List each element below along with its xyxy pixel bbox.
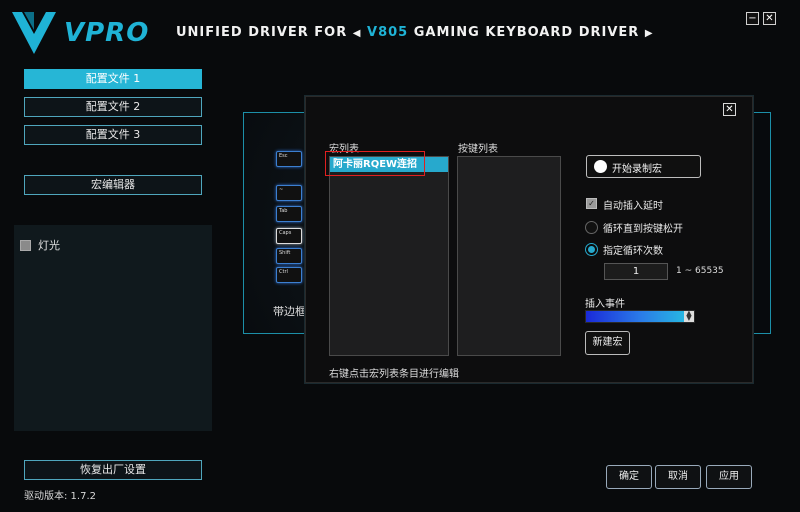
macro-list[interactable] <box>329 156 449 356</box>
profile-3-button[interactable]: 配置文件 3 <box>24 125 202 145</box>
profile-2-button[interactable]: 配置文件 2 <box>24 97 202 117</box>
next-model-arrow-icon[interactable]: ▶ <box>645 28 654 39</box>
loop-until-release-radio[interactable] <box>585 221 598 234</box>
vpro-logo-icon <box>12 12 56 54</box>
app-tagline: UNIFIED DRIVER FOR ◀ V805 GAMING KEYBOAR… <box>176 25 654 40</box>
apply-button[interactable]: 应用 <box>706 465 752 489</box>
annotation-highlight-box <box>325 151 425 176</box>
profile-1-button[interactable]: 配置文件 1 <box>24 69 202 89</box>
key-tilde[interactable]: ~ <box>276 185 302 201</box>
prev-model-arrow-icon[interactable]: ◀ <box>353 28 362 39</box>
keyboard-image: Esc ~ Tab Caps Shift Ctrl <box>273 151 305 291</box>
minimize-icon[interactable]: − <box>746 12 759 25</box>
light-checkbox[interactable] <box>20 240 31 251</box>
key-ctrl[interactable]: Ctrl <box>276 267 302 283</box>
insert-event-label: 插入事件 <box>585 299 625 310</box>
key-tab[interactable]: Tab <box>276 206 302 222</box>
loop-count-input[interactable] <box>604 263 668 280</box>
brand-name: VPRO <box>64 18 150 48</box>
tagline-prefix: UNIFIED DRIVER FOR <box>176 25 348 40</box>
factory-reset-button[interactable]: 恢复出厂设置 <box>24 460 202 480</box>
auto-insert-delay-checkbox[interactable]: ✓ <box>586 198 597 209</box>
edit-hint-text: 右键点击宏列表条目进行编辑 <box>329 369 459 380</box>
loop-until-release-label: 循环直到按键松开 <box>603 224 683 235</box>
loop-count-range: 1 ~ 65535 <box>676 266 724 276</box>
select-spinner-icon[interactable]: ▲ ▼ <box>684 310 694 322</box>
key-shift[interactable]: Shift <box>276 248 302 264</box>
key-list[interactable] <box>457 156 561 356</box>
key-list-label: 按键列表 <box>458 144 498 155</box>
model-name: V805 <box>367 25 409 40</box>
light-label: 灯光 <box>38 239 60 252</box>
insert-event-select[interactable] <box>585 310 695 323</box>
confirm-button[interactable]: 确定 <box>606 465 652 489</box>
record-button-label: 开始录制宏 <box>612 164 662 175</box>
driver-version: 驱动版本: 1.7.2 <box>24 491 96 502</box>
cancel-button[interactable]: 取消 <box>655 465 701 489</box>
tagline-suffix: GAMING KEYBOARD DRIVER <box>413 25 640 40</box>
key-caps[interactable]: Caps <box>276 228 302 244</box>
new-macro-button[interactable]: 新建宏 <box>585 331 630 355</box>
key-esc[interactable]: Esc <box>276 151 302 167</box>
dialog-close-icon[interactable]: ✕ <box>723 103 736 116</box>
loop-count-label: 指定循环次数 <box>603 246 663 257</box>
close-icon[interactable]: ✕ <box>763 12 776 25</box>
macro-editor-button[interactable]: 宏编辑器 <box>24 175 202 195</box>
record-icon <box>594 160 607 173</box>
radio-selected-dot <box>588 246 595 253</box>
light-panel <box>14 225 212 431</box>
auto-insert-delay-label: 自动插入延时 <box>603 201 663 212</box>
keyboard-caption: 带边框 <box>273 305 306 318</box>
